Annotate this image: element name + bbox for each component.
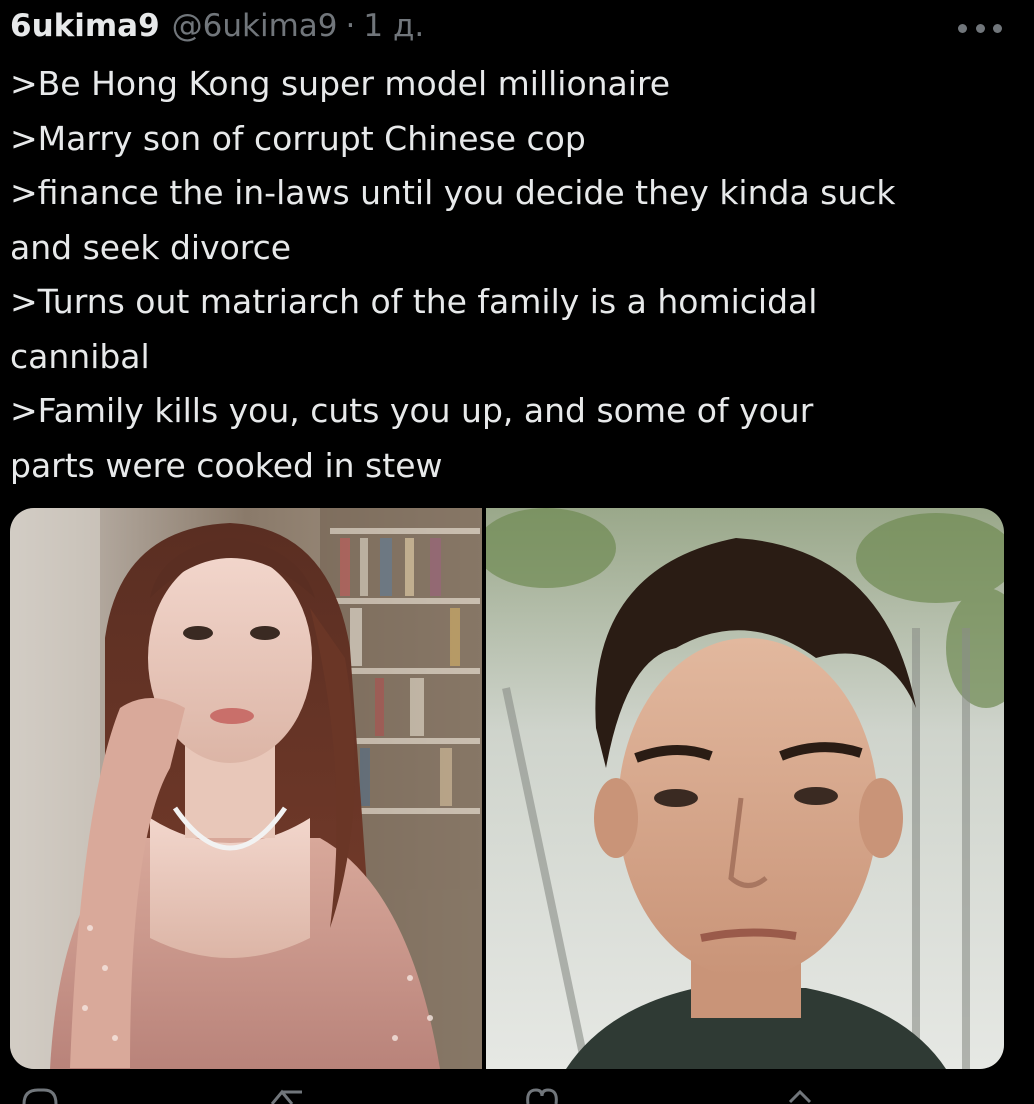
display-name[interactable]: 6ukima9	[10, 8, 160, 44]
share-icon-glyph	[788, 1089, 812, 1104]
tweet-text-line: parts were cooked in stew	[10, 445, 443, 485]
reply-icon-glyph	[22, 1088, 58, 1104]
tweet-text-line: cannibal	[10, 336, 150, 376]
tweet-text-line: >finance the in-laws until you decide th…	[10, 173, 896, 212]
tweet-header: 6ukima9 @6ukima9 · 1 д.	[10, 8, 424, 48]
user-handle[interactable]: @6ukima9	[172, 8, 338, 44]
timestamp[interactable]: 1 д.	[363, 8, 424, 44]
share-icon[interactable]	[780, 1086, 820, 1104]
photo-man-illustration	[486, 508, 1004, 1069]
tweet-text-line: and seek divorce	[10, 227, 292, 267]
like-icon[interactable]	[522, 1086, 562, 1104]
media-photo-man[interactable]	[486, 508, 1004, 1069]
tweet-text: >Be Hong Kong super model millionaire >M…	[10, 57, 1010, 493]
retweet-icon[interactable]	[268, 1086, 308, 1104]
photo-woman-illustration	[10, 508, 482, 1069]
retweet-icon-glyph	[270, 1089, 302, 1104]
separator-dot: ·	[345, 8, 356, 44]
tweet-actions-bar	[0, 1086, 1034, 1104]
more-dot	[993, 23, 1002, 33]
like-icon-glyph	[526, 1088, 558, 1104]
more-dot	[975, 23, 985, 33]
media-photo-woman[interactable]	[10, 508, 482, 1069]
tweet-text-line: >Marry son of corrupt Chinese cop	[10, 118, 586, 158]
tweet: 6ukima9 @6ukima9 · 1 д. >Be Hong Kong su…	[0, 0, 1034, 1104]
more-icon[interactable]	[958, 20, 1002, 36]
tweet-text-line: >Be Hong Kong super model millionaire	[10, 64, 671, 103]
more-dot	[958, 23, 967, 33]
tweet-text-line: >Turns out matriarch of the family is a …	[10, 282, 818, 321]
reply-icon[interactable]	[20, 1086, 60, 1104]
tweet-media	[10, 508, 1004, 1069]
tweet-text-line: >Family kills you, cuts you up, and some…	[10, 391, 814, 430]
